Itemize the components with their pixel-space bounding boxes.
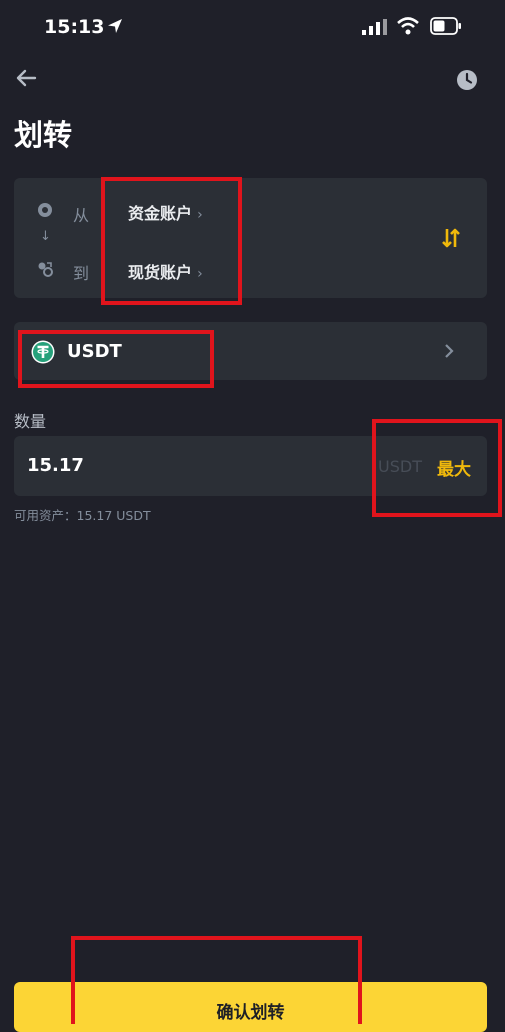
highlight-box-max	[372, 419, 502, 517]
back-arrow-icon[interactable]	[14, 66, 38, 90]
signal-icon	[362, 19, 387, 35]
down-arrow: ↓	[40, 229, 51, 244]
from-dot-icon	[38, 203, 52, 217]
clock-icon[interactable]	[455, 68, 479, 92]
page-title: 划转	[14, 118, 73, 152]
location-arrow-icon	[108, 19, 122, 33]
highlight-box-accounts	[101, 177, 242, 305]
to-label: 到	[73, 264, 90, 283]
swap-icon[interactable]	[439, 226, 463, 250]
chevron-right-icon	[445, 344, 454, 358]
available-balance: 可用资产：15.17 USDT	[14, 508, 151, 523]
amount-label: 数量	[14, 412, 47, 431]
status-time: 15:13	[44, 16, 105, 38]
battery-icon	[430, 17, 461, 35]
highlight-box-confirm	[71, 936, 362, 1024]
from-label: 从	[73, 206, 90, 225]
to-target-icon	[38, 262, 53, 277]
highlight-box-coin	[18, 330, 214, 388]
wifi-icon	[397, 17, 419, 35]
amount-input[interactable]	[27, 455, 327, 476]
